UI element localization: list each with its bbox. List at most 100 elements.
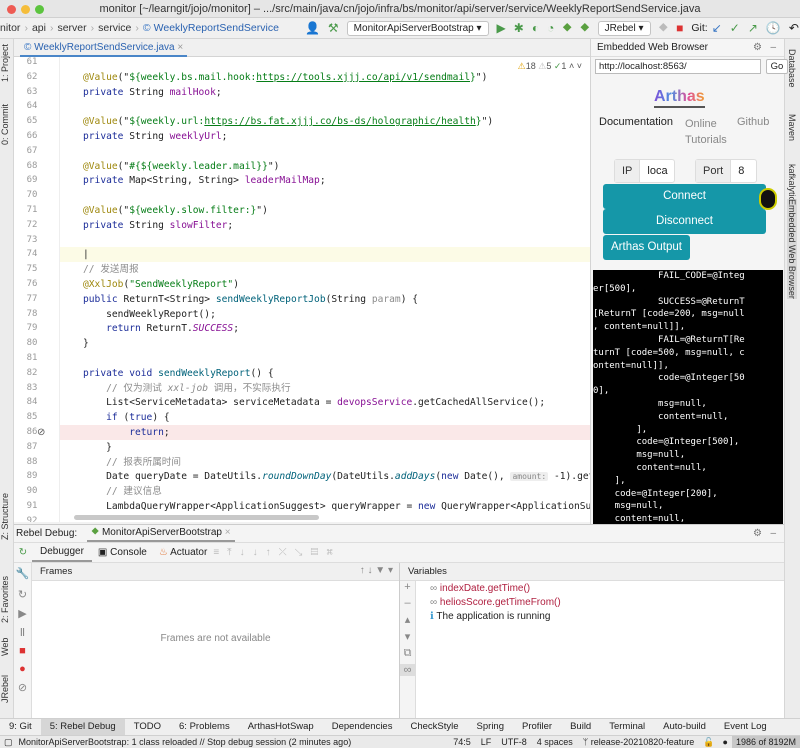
tool-window-tab-todo[interactable]: TODO <box>125 719 170 735</box>
line-number[interactable]: 66 <box>14 129 50 144</box>
file-encoding[interactable]: UTF-8 <box>496 736 532 748</box>
code-line[interactable]: private String slowFilter; <box>60 218 590 233</box>
git-update-icon[interactable]: ↙ <box>712 21 722 35</box>
watch-item[interactable]: ∞ heliosScore.getTimeFrom() <box>430 597 561 608</box>
code-line[interactable]: if (true) { <box>60 410 590 425</box>
horizontal-scrollbar[interactable] <box>74 515 319 520</box>
code-line[interactable]: return; <box>60 425 590 440</box>
code-line[interactable]: sendWeeklyReport(); <box>60 307 590 322</box>
code-line[interactable] <box>60 99 590 114</box>
jrebel-update-icon[interactable]: ⯁ <box>659 21 669 36</box>
gear-icon[interactable]: ⚙ <box>753 39 762 57</box>
jrebel-debug-icon[interactable]: ⯁ <box>580 21 590 36</box>
tool-window-tab-5-rebel-debug[interactable]: 5: Rebel Debug <box>41 719 125 735</box>
code-line[interactable]: } <box>60 440 590 455</box>
tool-tab-kafkalytic[interactable]: kafkalytic <box>787 164 797 201</box>
tool-window-tab-6-problems[interactable]: 6: Problems <box>170 719 239 735</box>
code-line[interactable]: } <box>60 336 590 351</box>
tool-tab-database[interactable]: Database <box>787 49 797 88</box>
line-number[interactable]: 88 <box>14 455 50 470</box>
close-tab-icon[interactable]: × <box>177 42 183 53</box>
history-icon[interactable]: 🕓 <box>766 21 781 35</box>
tool-tab-maven[interactable]: Maven <box>787 114 797 141</box>
status-toggle-icon[interactable]: ▢ <box>0 736 13 748</box>
resume-icon[interactable]: ▶ <box>14 607 31 620</box>
github-link[interactable]: Github <box>737 116 769 128</box>
line-number[interactable]: 63 <box>14 85 50 100</box>
git-branch[interactable]: ᛘ release-20210820-feature <box>578 736 700 748</box>
code-line[interactable]: private Map<String, String> leaderMailMa… <box>60 173 590 188</box>
line-number[interactable]: 68 <box>14 159 50 174</box>
code-line[interactable]: // 建议信息 <box>60 484 590 499</box>
go-button[interactable]: Go <box>766 59 788 74</box>
tool-window-tab-terminal[interactable]: Terminal <box>600 719 654 735</box>
tool-window-tab-build[interactable]: Build <box>561 719 600 735</box>
code-line[interactable]: // 发送周报 <box>60 262 590 277</box>
line-number[interactable]: 69 <box>14 173 50 188</box>
line-number[interactable]: 78 <box>14 307 50 322</box>
breadcrumb-item[interactable]: nitor <box>0 22 20 34</box>
debug-session-tab[interactable]: ⯁ MonitorApiServerBootstrap × <box>87 525 234 542</box>
line-gutter[interactable]: 6162636465666768697071727374757677787980… <box>14 57 60 522</box>
rollback-icon[interactable]: ↶ <box>789 21 799 35</box>
line-number[interactable]: 91 <box>14 499 50 514</box>
line-number[interactable]: 85 <box>14 410 50 425</box>
tool-tab-favorites[interactable]: 2: Favorites <box>0 569 14 629</box>
stop-icon[interactable]: ■ <box>14 645 31 657</box>
jrebel-run-icon[interactable]: ⯁ <box>562 21 572 36</box>
code-line[interactable]: private String mailHook; <box>60 85 590 100</box>
status-message[interactable]: MonitorApiServerBootstrap: 1 class reloa… <box>13 736 352 748</box>
disabled-breakpoint-icon[interactable]: ⊘ <box>37 425 45 440</box>
profile-icon[interactable]: ◔ <box>547 21 554 35</box>
frame-nav-icons[interactable]: ↑ ↓ ▼ ▾ <box>360 565 393 576</box>
breadcrumb-item[interactable]: service <box>98 22 131 34</box>
fullscreen-icon[interactable] <box>759 188 777 210</box>
tool-tab-jrebel[interactable]: JRebel <box>0 669 14 709</box>
breakpoints-icon[interactable]: ● <box>14 663 31 675</box>
breadcrumb-item[interactable]: server <box>57 22 86 34</box>
line-number[interactable]: 79 <box>14 321 50 336</box>
code-line[interactable]: List<ServiceMetadata> serviceMetadata = … <box>60 395 590 410</box>
line-number[interactable]: 70 <box>14 188 50 203</box>
tool-window-tab-spring[interactable]: Spring <box>468 719 513 735</box>
run-icon[interactable]: ▶ <box>497 21 506 35</box>
line-number[interactable]: 71 <box>14 203 50 218</box>
connect-button[interactable]: Connect <box>603 184 766 209</box>
code-line[interactable]: // 报表所属时间 <box>60 455 590 470</box>
tool-window-tab-event-log[interactable]: Event Log <box>715 719 776 735</box>
tool-tab-embedded-web-browser[interactable]: Embedded Web Browser <box>787 199 797 299</box>
coverage-icon[interactable]: ◐ <box>532 21 539 35</box>
minimize-icon[interactable]: – <box>770 528 776 539</box>
tab-debugger[interactable]: Debugger <box>32 543 92 562</box>
line-number[interactable]: 65 <box>14 114 50 129</box>
breadcrumb-item[interactable]: api <box>32 22 46 34</box>
caret-position[interactable]: 74:5 <box>448 736 476 748</box>
stop-icon[interactable]: ■ <box>676 21 683 35</box>
notifications-icon[interactable]: ● <box>719 736 732 748</box>
code-line[interactable] <box>60 57 590 70</box>
disconnect-button[interactable]: Disconnect <box>603 209 766 234</box>
tool-window-tab-arthashotswap[interactable]: ArthasHotSwap <box>239 719 323 735</box>
tool-tab-web[interactable]: Web <box>0 634 14 659</box>
line-number[interactable]: 92 <box>14 514 50 522</box>
code-line[interactable] <box>60 144 590 159</box>
indent-setting[interactable]: 4 spaces <box>532 736 578 748</box>
editor-tab-weeklyreportsendservice[interactable]: © WeeklyReportSendService.java × <box>20 39 187 57</box>
memory-indicator[interactable]: 1986 of 8192M <box>732 736 800 748</box>
build-hammer-icon[interactable]: ⚒ <box>328 21 339 35</box>
lock-icon[interactable]: 🔓 <box>699 736 718 748</box>
line-number[interactable]: 76 <box>14 277 50 292</box>
url-input[interactable]: http://localhost:8563/ <box>595 59 761 74</box>
code-editor[interactable]: 6162636465666768697071727374757677787980… <box>14 57 590 522</box>
code-line[interactable]: public ReturnT<String> sendWeeklyReportJ… <box>60 292 590 307</box>
line-number[interactable]: 72 <box>14 218 50 233</box>
prev-problem-icon[interactable]: ˄ <box>569 61 574 71</box>
arthas-terminal[interactable]: FAIL_CODE=@Integ er[500], SUCCESS=@Retur… <box>593 270 783 524</box>
code-line[interactable]: @Value("${weekly.url:https://bs.fat.xjjj… <box>60 114 590 129</box>
code-line[interactable]: @Value("${weekly.bs.mail.hook:https://to… <box>60 70 590 85</box>
line-number[interactable]: 90 <box>14 484 50 499</box>
remove-watch-icon[interactable]: – <box>400 597 415 609</box>
git-push-icon[interactable]: ↗ <box>748 21 758 35</box>
line-number[interactable]: 82 <box>14 366 50 381</box>
minimize-icon[interactable]: – <box>770 39 776 57</box>
